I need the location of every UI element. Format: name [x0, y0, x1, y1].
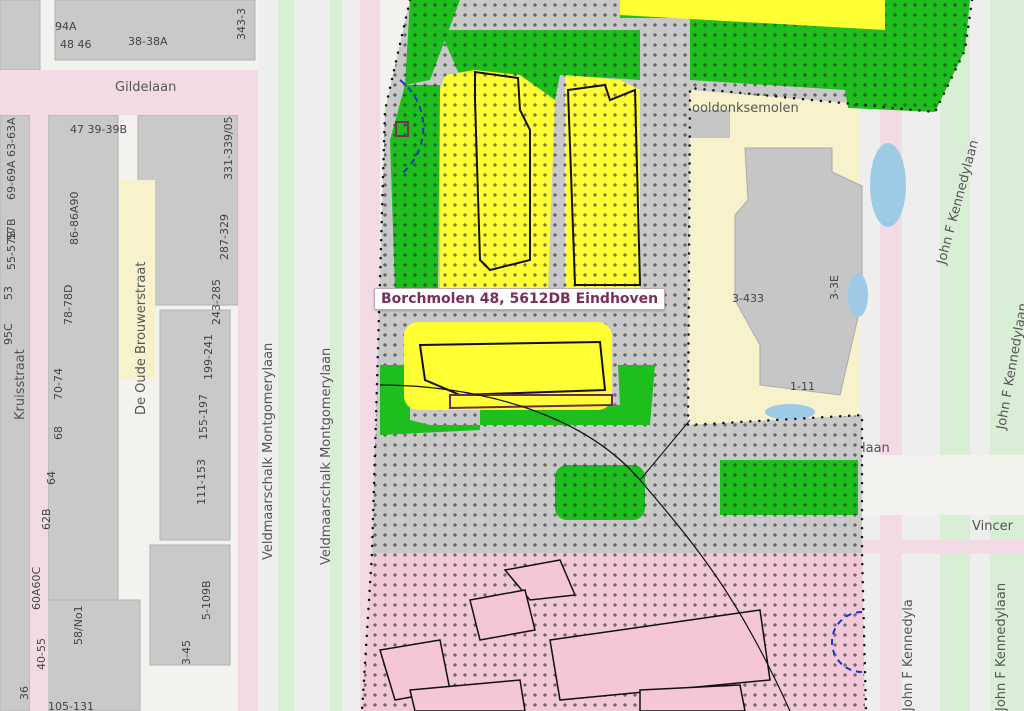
street-kennedylaan-4: John F Kennedylaan — [994, 583, 1009, 711]
address-popup[interactable]: Borchmolen 48, 5612DB Eindhoven — [374, 288, 666, 310]
svg-text:69-69A 63-63A: 69-69A 63-63A — [5, 117, 18, 200]
svg-text:53: 53 — [2, 286, 15, 300]
svg-text:58/No1: 58/No1 — [72, 605, 85, 645]
zoning-map[interactable]: Gildelaan Kruisstraat De Oude Brouwerstr… — [0, 0, 1024, 711]
svg-text:331-339/05: 331-339/05 — [222, 116, 235, 180]
street-kruisstraat: Kruisstraat — [13, 349, 28, 420]
street-kennedylaan-3: John F Kennedyla — [901, 599, 916, 711]
svg-text:155-197: 155-197 — [197, 394, 210, 440]
svg-text:68: 68 — [52, 426, 65, 440]
svg-text:3-3E: 3-3E — [828, 275, 841, 300]
svg-text:105-131: 105-131 — [48, 700, 94, 711]
street-veldmaarschalk-1: Veldmaarschalk Montgomerylaan — [261, 343, 276, 560]
street-de-oude-brouwerstraat: De Oude Brouwerstraat — [134, 262, 149, 415]
svg-text:40-55: 40-55 — [35, 638, 48, 670]
street-vincent-fragment: Vincer — [972, 519, 1014, 534]
svg-text:47 39-39B: 47 39-39B — [70, 123, 127, 136]
street-laan-fragment: laan — [862, 441, 890, 456]
svg-text:36: 36 — [18, 686, 31, 700]
svg-text:60A60C: 60A60C — [30, 566, 43, 610]
svg-text:64: 64 — [45, 471, 58, 485]
svg-text:62B: 62B — [40, 508, 53, 530]
residential-pattern — [440, 70, 640, 290]
svg-text:1-11: 1-11 — [790, 380, 815, 393]
pink-zone — [362, 553, 865, 711]
svg-text:287-329: 287-329 — [218, 214, 231, 260]
svg-text:70-74: 70-74 — [52, 368, 65, 400]
svg-text:243-285: 243-285 — [210, 279, 223, 325]
svg-text:199-241: 199-241 — [202, 334, 215, 380]
svg-text:55-57B: 55-57B — [5, 230, 18, 270]
svg-text:3-433: 3-433 — [732, 292, 764, 305]
svg-text:38-38A: 38-38A — [128, 35, 168, 48]
street-gildelaan: Gildelaan — [115, 80, 176, 95]
svg-text:95C: 95C — [2, 323, 15, 345]
svg-text:343-3: 343-3 — [235, 8, 248, 40]
svg-text:111-153: 111-153 — [195, 459, 208, 505]
street-veldmaarschalk-2: Veldmaarschalk Montgomerylaan — [319, 348, 334, 565]
svg-text:78-78D: 78-78D — [62, 285, 75, 325]
svg-text:86-86A90: 86-86A90 — [68, 192, 81, 246]
svg-text:3-45: 3-45 — [180, 640, 193, 665]
svg-text:94A: 94A — [55, 20, 77, 33]
svg-text:5-109B: 5-109B — [200, 580, 213, 620]
street-ooldonksemolen: ooldonksemolen — [692, 101, 799, 116]
svg-text:48 46: 48 46 — [60, 38, 92, 51]
